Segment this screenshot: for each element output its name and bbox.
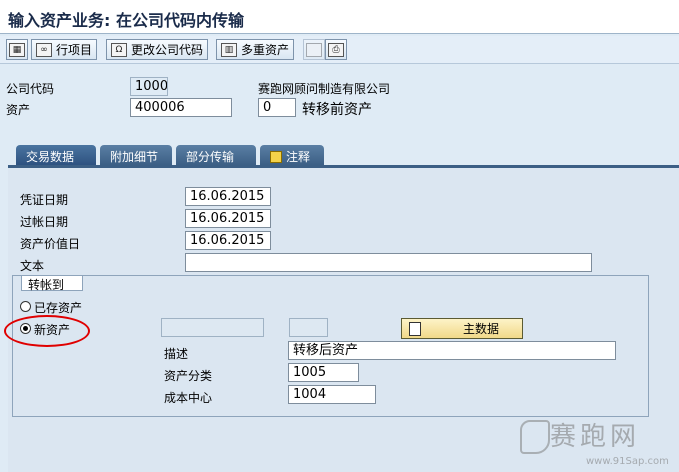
title-bar: 输入资产业务: 在公司代码内传输 [0,0,679,34]
posting-date-input[interactable]: 16.06.2015 [185,209,271,228]
headset-icon: Ω [111,42,127,57]
overview-icon: ▦ [9,42,25,57]
tab-partial-transfer-label: 部分传输 [186,150,235,164]
asset-subnumber-input[interactable]: 0 [258,98,296,117]
company-name: 赛跑网顾问制造有限公司 [258,82,391,96]
overview-button[interactable]: ▦ [6,39,28,60]
asset-value-date-label: 资产价值日 [20,237,81,251]
glasses-icon: ∞ [36,42,52,57]
description-label: 描述 [164,347,189,361]
existing-asset-number-field [161,318,264,337]
master-data-label: 主数据 [463,322,500,336]
tab-transaction-data[interactable]: 交易数据 [16,145,96,165]
asset-class-label: 资产分类 [164,369,213,383]
existing-asset-label: 已存资产 [34,301,83,315]
multiple-assets-button[interactable]: ▥ 多重资产 [216,39,295,60]
watermark-url: www.91Sap.com [586,456,669,467]
transfer-to-title: 转帐到 [21,275,83,292]
existing-asset-subnumber-field [289,318,328,337]
cost-center-input[interactable]: 1004 [288,385,376,404]
watermark-text: 赛跑网 [550,422,641,452]
asset-before-transfer-label: 转移前资产 [302,102,372,118]
existing-asset-radio[interactable] [20,301,31,312]
tab-additional-details-label: 附加细节 [110,150,159,164]
master-data-icon [409,321,421,336]
watermark: 赛跑网 www.91Sap.com [520,412,679,472]
asset-number-input[interactable]: 400006 [130,98,232,117]
master-data-button[interactable]: 主数据 [401,318,523,339]
note-pencil-icon [270,151,282,163]
document-button[interactable]: ⎙ [325,39,347,60]
company-code-label: 公司代码 [6,82,55,96]
document-icon: ⎙ [328,42,344,57]
change-company-code-button[interactable]: Ω 更改公司代码 [106,39,209,60]
cost-center-label: 成本中心 [164,391,213,405]
posting-date-label: 过帐日期 [20,215,69,229]
text-label: 文本 [20,259,45,273]
company-code-field: 1000 [130,77,168,96]
window-title: 输入资产业务: 在公司代码内传输 [8,11,244,30]
asset-value-date-input[interactable]: 16.06.2015 [185,231,271,250]
tab-notes-label: 注释 [286,150,311,164]
tab-transaction-data-label: 交易数据 [26,150,75,164]
application-toolbar: ▦ ∞ 行项目 Ω 更改公司代码 ▥ 多重资产 ⎙ [0,36,679,64]
disabled-toolbar-button [303,39,325,60]
line-items-button[interactable]: ∞ 行项目 [31,39,98,60]
disabled-icon [306,42,322,57]
line-items-label: 行项目 [56,43,93,57]
asset-label: 资产 [6,103,31,117]
tab-partial-transfer[interactable]: 部分传输 [176,145,256,165]
tab-notes[interactable]: 注释 [260,145,324,165]
annotation-ellipse [4,315,90,347]
document-date-input[interactable]: 16.06.2015 [185,187,271,206]
text-input[interactable] [185,253,592,272]
asset-class-input[interactable]: 1005 [288,363,359,382]
watermark-logo-icon [520,420,550,454]
tab-additional-details[interactable]: 附加细节 [100,145,172,165]
grid-icon: ▥ [221,42,237,57]
change-company-code-label: 更改公司代码 [131,43,204,57]
document-date-label: 凭证日期 [20,193,69,207]
multiple-assets-label: 多重资产 [241,43,290,57]
description-input[interactable]: 转移后资产 [288,341,616,360]
